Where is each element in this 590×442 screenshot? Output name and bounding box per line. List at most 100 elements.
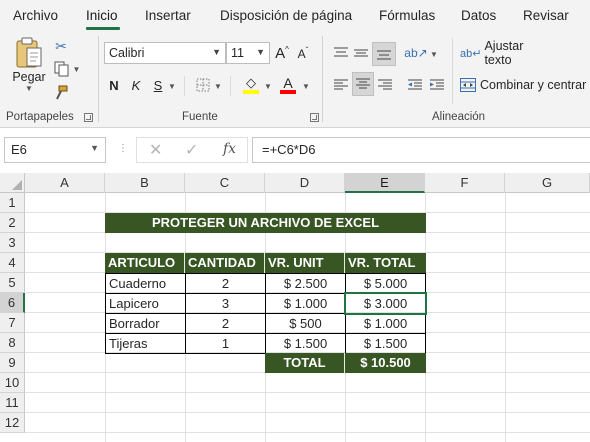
copy-button[interactable]: ▼	[52, 60, 82, 78]
tab-formulas[interactable]: Fórmulas	[379, 8, 435, 23]
column-header-d[interactable]: D	[265, 173, 345, 193]
cancel-icon[interactable]: ✕	[149, 140, 162, 160]
paintbrush-icon	[56, 85, 68, 100]
chevron-down-icon: ▼	[90, 143, 99, 153]
cut-button[interactable]: ✂	[52, 38, 70, 54]
tab-insertar[interactable]: Insertar	[145, 8, 191, 23]
total-label-cell[interactable]: TOTAL	[265, 353, 345, 373]
bold-button[interactable]: N	[106, 74, 122, 96]
tab-revisar[interactable]: Revisar	[523, 8, 569, 23]
table-cell[interactable]: 1	[185, 333, 266, 354]
table-cell[interactable]: $ 2.500	[265, 273, 346, 294]
borders-button[interactable]	[194, 76, 212, 94]
row-header-5[interactable]: 5	[0, 273, 25, 293]
row-header-3[interactable]: 3	[0, 233, 25, 253]
decrease-indent-button[interactable]	[406, 74, 424, 96]
insert-function-icon[interactable]: fx	[223, 141, 236, 157]
increase-font-size-button[interactable]: A^	[273, 42, 291, 64]
align-middle-icon	[354, 49, 368, 57]
ribbon-tab-bar: Archivo Inicio Insertar Disposición de p…	[0, 0, 590, 32]
total-value-cell[interactable]: $ 10.500	[345, 353, 426, 373]
column-header-a[interactable]: A	[25, 173, 105, 193]
align-left-button[interactable]	[332, 74, 350, 96]
wrap-text-button[interactable]: ab↵ Ajustar texto	[460, 39, 552, 67]
tab-disposicion-de-pagina[interactable]: Disposición de página	[220, 8, 352, 23]
chevron-down-icon: ▼	[214, 82, 222, 91]
select-all-button[interactable]	[0, 173, 25, 193]
table-cell[interactable]: $ 1.500	[265, 333, 346, 354]
table-cell[interactable]: $ 500	[265, 313, 346, 334]
font-color-button[interactable]: A	[278, 74, 298, 96]
column-header-f[interactable]: F	[425, 173, 505, 193]
row-header-7[interactable]: 7	[0, 313, 25, 333]
table-cell[interactable]: Lapicero	[105, 293, 186, 314]
tab-archivo[interactable]: Archivo	[13, 8, 58, 23]
align-right-icon	[378, 79, 392, 90]
orientation-button[interactable]: ab↗	[404, 42, 427, 64]
table-cell[interactable]: Tijeras	[105, 333, 186, 354]
table-cell[interactable]: Borrador	[105, 313, 186, 334]
align-top-button[interactable]	[332, 42, 350, 64]
row-header-8[interactable]: 8	[0, 333, 25, 353]
align-right-button[interactable]	[376, 74, 394, 96]
divider	[452, 38, 453, 104]
align-middle-button[interactable]	[352, 42, 370, 64]
table-cell[interactable]: $ 1.000	[265, 293, 346, 314]
table-title-cell[interactable]: PROTEGER UN ARCHIVO DE EXCEL	[105, 213, 426, 233]
italic-button[interactable]: K	[128, 74, 144, 96]
table-cell[interactable]: Cuaderno	[105, 273, 186, 294]
ribbon: Pegar ▼ ✂ ▼ Portapapeles Calibri ▼ 11 ▼ …	[0, 32, 590, 128]
table-cell[interactable]: 2	[185, 273, 266, 294]
table-cell[interactable]: 3	[185, 293, 266, 314]
row-header-4[interactable]: 4	[0, 253, 25, 273]
formula-input[interactable]: =+C6*D6	[252, 137, 590, 163]
clipboard-launcher-icon[interactable]	[84, 113, 93, 122]
paste-button[interactable]: Pegar ▼	[8, 36, 50, 108]
column-header-b[interactable]: B	[105, 173, 185, 193]
increase-indent-button[interactable]	[428, 74, 446, 96]
drag-handle-icon[interactable]: ⋮	[118, 143, 128, 154]
column-header-g[interactable]: G	[505, 173, 590, 193]
enter-icon[interactable]: ✓	[185, 140, 198, 160]
align-center-button[interactable]	[352, 72, 374, 96]
font-launcher-icon[interactable]	[310, 113, 319, 122]
outdent-icon	[408, 79, 422, 90]
row-header-1[interactable]: 1	[0, 193, 25, 213]
align-bottom-button[interactable]	[372, 42, 396, 66]
table-cell[interactable]: 2	[185, 313, 266, 334]
tab-inicio[interactable]: Inicio	[86, 8, 118, 23]
column-header-c[interactable]: C	[185, 173, 265, 193]
header-cell-vr-total[interactable]: VR. TOTAL	[345, 253, 426, 273]
indent-icon	[430, 79, 444, 90]
row-header-10[interactable]: 10	[0, 373, 25, 393]
row-header-9[interactable]: 9	[0, 353, 25, 373]
table-cell[interactable]: $ 1.500	[345, 333, 426, 354]
group-divider	[322, 36, 323, 122]
font-name-combo[interactable]: Calibri ▼	[104, 42, 226, 64]
chevron-down-icon: ▼	[212, 47, 221, 57]
header-cell-articulo[interactable]: ARTICULO	[105, 253, 185, 273]
active-cell-selection[interactable]	[344, 292, 427, 315]
gridline	[25, 412, 590, 413]
table-cell[interactable]: $ 5.000	[345, 273, 426, 294]
table-cell[interactable]: $ 1.000	[345, 313, 426, 334]
worksheet-grid[interactable]: A B C D E F G 1 2 3 4 5 6 7 8 9 10 11 12…	[0, 173, 590, 442]
row-header-6[interactable]: 6	[0, 293, 25, 313]
font-size-combo[interactable]: 11 ▼	[226, 42, 270, 64]
row-header-2[interactable]: 2	[0, 213, 25, 233]
header-cell-cantidad[interactable]: CANTIDAD	[185, 253, 265, 273]
merge-center-button[interactable]: Combinar y centrar	[460, 74, 588, 96]
decrease-font-size-button[interactable]: Aˇ	[294, 42, 312, 64]
column-header-e[interactable]: E	[345, 173, 425, 193]
underline-button[interactable]: S	[150, 74, 166, 96]
fill-color-button[interactable]: ◇	[240, 74, 262, 96]
tab-datos[interactable]: Datos	[461, 8, 496, 23]
format-painter-button[interactable]	[52, 84, 70, 102]
chevron-down-icon: ▼	[264, 82, 272, 91]
row-header-11[interactable]: 11	[0, 393, 25, 413]
align-bottom-icon	[377, 50, 391, 60]
formula-buttons: ✕ ✓ fx	[136, 137, 248, 163]
row-header-12[interactable]: 12	[0, 413, 25, 433]
header-cell-vr-unit[interactable]: VR. UNIT	[265, 253, 345, 273]
name-box[interactable]: E6 ▼	[4, 137, 106, 163]
